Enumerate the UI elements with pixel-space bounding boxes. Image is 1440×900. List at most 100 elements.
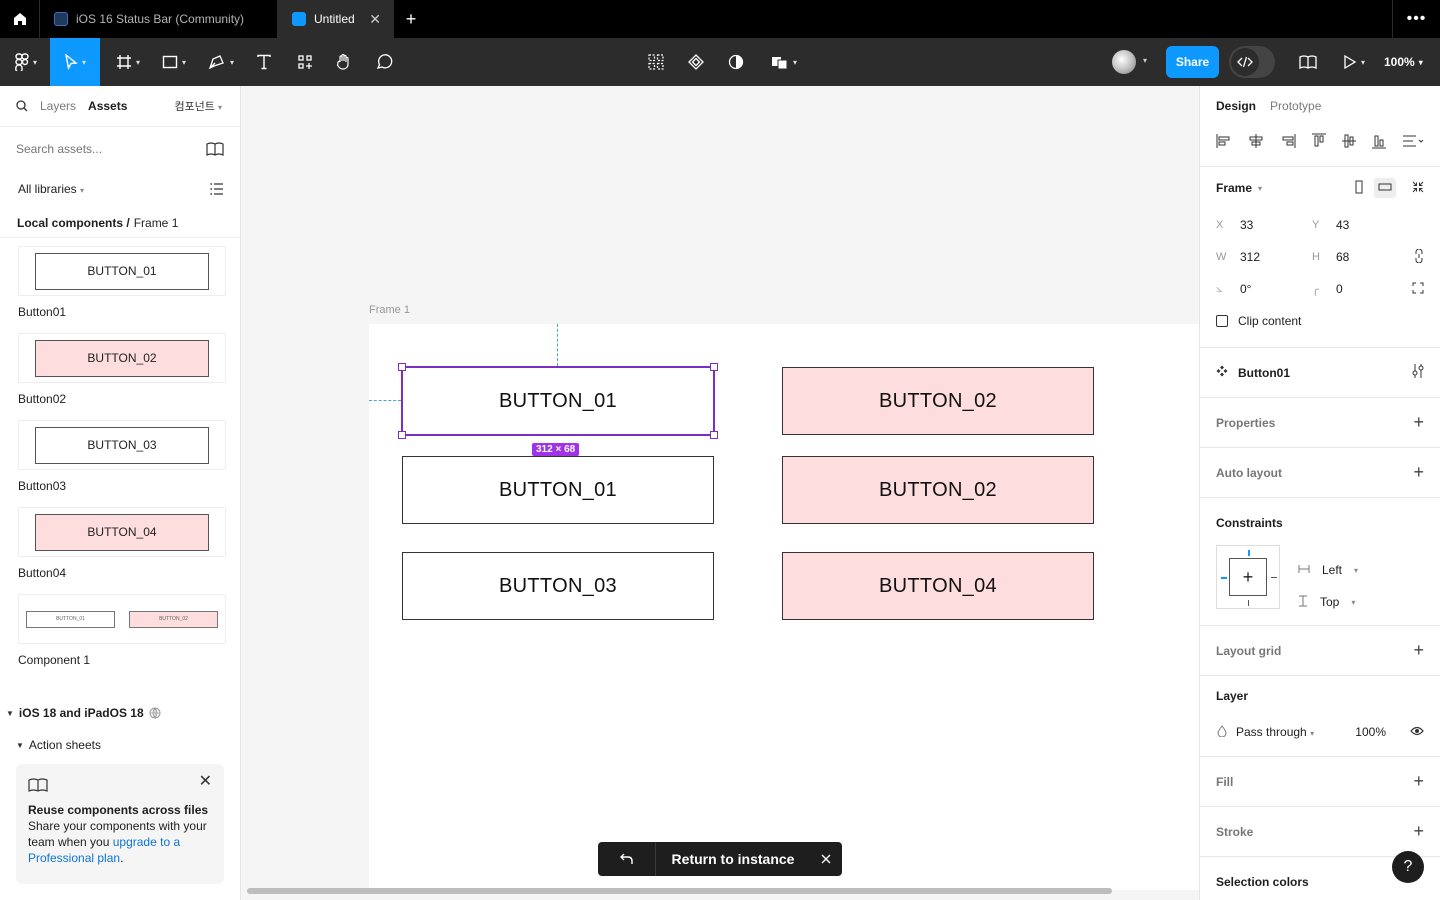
component-button02[interactable]: BUTTON_02 Button02 [18, 333, 240, 412]
resize-handle[interactable] [710, 363, 718, 371]
component-name: Component 1 [18, 653, 91, 667]
canvas-button-04[interactable]: BUTTON_04 [782, 552, 1094, 620]
canvas-button-02[interactable]: BUTTON_02 [782, 456, 1094, 524]
align-right-icon[interactable] [1280, 133, 1296, 151]
component-button[interactable] [682, 38, 710, 86]
tab-design[interactable]: Design [1216, 99, 1256, 113]
help-button[interactable]: ? [1392, 851, 1424, 883]
present-button[interactable]: ▾ [1336, 38, 1372, 86]
align-center-horizontal-icon[interactable] [1248, 133, 1264, 151]
resize-handle[interactable] [398, 363, 406, 371]
hand-tool[interactable] [328, 38, 360, 86]
canvas-button-02[interactable]: BUTTON_02 [782, 367, 1094, 435]
subsection-header[interactable]: ▼ Action sheets [0, 736, 240, 754]
align-bottom-icon[interactable] [1372, 133, 1386, 152]
share-button[interactable]: Share [1166, 46, 1219, 78]
blend-mode-dropdown[interactable]: Pass through ▾ [1236, 725, 1314, 739]
boolean-union-icon [771, 54, 789, 70]
component-button03[interactable]: BUTTON_03 Button03 [18, 420, 240, 499]
component-button04[interactable]: BUTTON_04 Button04 [18, 507, 240, 586]
new-tab-button[interactable]: + [394, 0, 428, 38]
adjust-icon[interactable] [1412, 364, 1424, 381]
book-icon[interactable] [206, 141, 224, 156]
constrain-proportions-icon[interactable] [1414, 248, 1424, 266]
independent-corners-icon[interactable] [1412, 282, 1424, 297]
create-multiple-components-button[interactable] [642, 38, 670, 86]
portrait-icon[interactable] [1354, 180, 1364, 197]
instance-name[interactable]: Button01 [1238, 366, 1290, 380]
chevron-down-icon[interactable]: ▾ [1258, 184, 1262, 193]
chevron-down-icon[interactable]: ▾ [1143, 56, 1147, 65]
tab-status-bar-file[interactable]: iOS 16 Status Bar (Community) [40, 0, 278, 38]
resize-to-fit-icon[interactable] [1412, 181, 1424, 196]
breadcrumb-root[interactable]: Local components / [17, 216, 130, 230]
resources-tool[interactable] [288, 38, 322, 86]
add-property-icon[interactable]: + [1413, 412, 1424, 433]
constraint-widget[interactable]: + [1216, 545, 1280, 609]
pen-tool[interactable]: ▾ [200, 38, 242, 86]
shape-tool[interactable]: ▾ [154, 38, 194, 86]
tab-layers[interactable]: Layers [40, 99, 76, 113]
boolean-button[interactable]: ▾ [764, 38, 804, 86]
corner-radius-field[interactable]: ╭ 0 [1312, 282, 1408, 296]
search-icon[interactable] [16, 100, 28, 112]
add-layout-grid-icon[interactable]: + [1413, 640, 1424, 661]
frame-tool[interactable]: ▾ [108, 38, 148, 86]
tab-untitled[interactable]: Untitled ✕ [278, 0, 394, 38]
book-icon [1299, 55, 1317, 69]
close-icon[interactable]: ✕ [199, 774, 212, 790]
component-name: Button01 [18, 305, 67, 319]
library-section-header[interactable]: ▼ iOS 18 and iPadOS 18 [0, 704, 240, 722]
eye-icon[interactable] [1410, 725, 1424, 739]
canvas-button-03[interactable]: BUTTON_03 [402, 552, 714, 620]
comment-tool[interactable] [368, 38, 400, 86]
align-left-icon[interactable] [1216, 133, 1232, 151]
component-component-1[interactable]: BUTTON_01 BUTTON_02 Component 1 [18, 594, 240, 673]
move-tool[interactable]: ▾ [50, 38, 100, 86]
vertical-constraint-dropdown[interactable]: Top ▾ [1298, 586, 1358, 618]
page-selector[interactable]: 컴포넌트 ▾ [174, 98, 222, 114]
list-view-icon[interactable] [210, 183, 224, 195]
home-button[interactable] [0, 0, 40, 38]
rotation-field[interactable]: ⦣ 0° [1216, 282, 1312, 296]
landscape-icon[interactable] [1374, 178, 1396, 198]
mask-button[interactable] [722, 38, 750, 86]
add-stroke-icon[interactable]: + [1413, 821, 1424, 842]
library-filter[interactable]: All libraries ▾ [18, 182, 84, 196]
main-menu-button[interactable]: ▾ [8, 38, 44, 86]
more-menu-icon[interactable]: ••• [1392, 0, 1440, 38]
width-field[interactable]: W 312 [1216, 250, 1312, 264]
tab-prototype[interactable]: Prototype [1270, 99, 1321, 113]
library-button[interactable] [1294, 38, 1322, 86]
distribute-icon[interactable] [1402, 134, 1424, 151]
canvas-button-01[interactable]: BUTTON_01 [402, 456, 714, 524]
resize-handle[interactable] [398, 431, 406, 439]
tab-assets[interactable]: Assets [88, 99, 127, 113]
align-top-icon[interactable] [1312, 133, 1326, 152]
clip-content-checkbox[interactable]: Clip content [1216, 305, 1424, 337]
search-assets-input[interactable] [16, 141, 206, 156]
opacity-value[interactable]: 100% [1355, 725, 1386, 739]
height-field[interactable]: H 68 [1312, 250, 1408, 264]
dev-mode-toggle[interactable] [1229, 46, 1275, 78]
add-fill-icon[interactable]: + [1413, 771, 1424, 792]
text-tool[interactable] [248, 38, 280, 86]
component-button01[interactable]: BUTTON_01 Button01 [18, 246, 240, 325]
frame-section-label[interactable]: Frame [1216, 181, 1252, 195]
horizontal-scrollbar[interactable] [247, 888, 1112, 894]
horizontal-constraint-dropdown[interactable]: Left ▾ [1298, 554, 1358, 586]
y-field[interactable]: Y 43 [1312, 218, 1408, 232]
resize-handle[interactable] [710, 431, 718, 439]
canvas[interactable]: Frame 1 BUTTON_01 BUTTON_02 BUTTON_01 BU… [241, 86, 1199, 900]
align-center-vertical-icon[interactable] [1342, 133, 1356, 152]
zoom-dropdown[interactable]: 100% ▾ [1384, 38, 1423, 86]
frame-label[interactable]: Frame 1 [369, 304, 410, 316]
add-auto-layout-icon[interactable]: + [1413, 462, 1424, 483]
selection-outline [401, 366, 715, 436]
return-to-instance-button[interactable]: Return to instance [656, 851, 810, 867]
user-avatar[interactable] [1112, 50, 1136, 74]
close-icon[interactable] [810, 854, 842, 864]
undo-button[interactable] [598, 842, 656, 876]
x-field[interactable]: X 33 [1216, 218, 1312, 232]
close-tab-icon[interactable]: ✕ [369, 11, 381, 28]
